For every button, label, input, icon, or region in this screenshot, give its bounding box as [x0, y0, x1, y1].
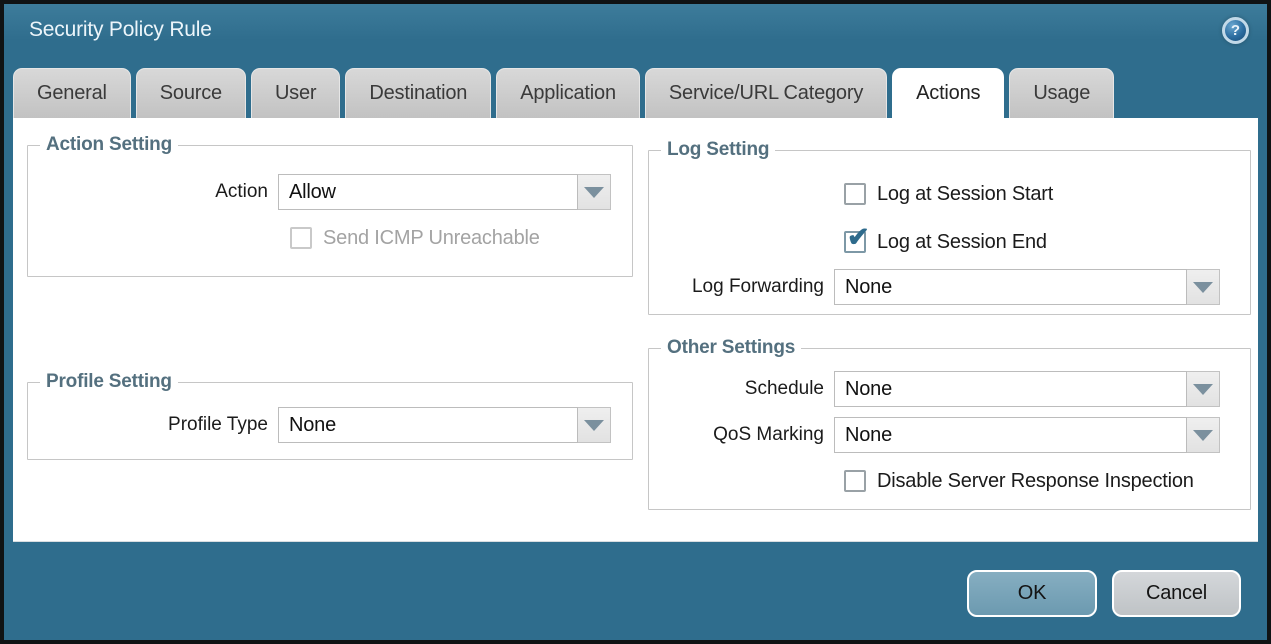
log-forwarding-row: Log Forwarding None	[649, 269, 1250, 305]
action-dropdown-button[interactable]	[578, 174, 611, 210]
tab-bar: GeneralSourceUserDestinationApplicationS…	[13, 68, 1267, 118]
log-session-end-label: Log at Session End	[877, 231, 1047, 254]
log-setting-legend: Log Setting	[661, 139, 775, 161]
chevron-down-icon	[584, 420, 604, 431]
tab-service-url-category[interactable]: Service/URL Category	[645, 68, 887, 118]
log-session-end-checkbox-row: Log at Session End	[844, 230, 1047, 254]
chevron-down-icon	[1193, 282, 1213, 293]
send-icmp-unreachable-checkbox-row: Send ICMP Unreachable	[290, 226, 540, 250]
log-forwarding-dropdown-button[interactable]	[1187, 269, 1220, 305]
qos-marking-dropdown[interactable]: None	[834, 417, 1220, 453]
dialog-titlebar: Security Policy Rule ?	[4, 4, 1267, 56]
disable-server-response-inspection-label: Disable Server Response Inspection	[877, 470, 1194, 493]
chevron-down-icon	[1193, 384, 1213, 395]
log-forwarding-label: Log Forwarding	[649, 276, 834, 298]
tab-general[interactable]: General	[13, 68, 131, 118]
action-label: Action	[28, 181, 278, 203]
log-setting-group: Log Setting Log at Session Start Log at …	[648, 150, 1251, 315]
tab-application[interactable]: Application	[496, 68, 640, 118]
log-session-start-label: Log at Session Start	[877, 183, 1053, 206]
action-dropdown-value[interactable]: Allow	[278, 174, 578, 210]
qos-marking-dropdown-button[interactable]	[1187, 417, 1220, 453]
schedule-label: Schedule	[649, 378, 834, 400]
schedule-dropdown-button[interactable]	[1187, 371, 1220, 407]
chevron-down-icon	[584, 187, 604, 198]
cancel-button[interactable]: Cancel	[1112, 570, 1241, 617]
disable-server-response-inspection-checkbox-row: Disable Server Response Inspection	[844, 469, 1194, 493]
profile-type-row: Profile Type None	[28, 407, 632, 443]
schedule-dropdown[interactable]: None	[834, 371, 1220, 407]
profile-type-dropdown-button[interactable]	[578, 407, 611, 443]
profile-type-label: Profile Type	[28, 414, 278, 436]
send-icmp-unreachable-checkbox	[290, 227, 312, 249]
action-setting-group: Action Setting Action Allow Send ICMP Un…	[27, 145, 633, 277]
log-session-end-checkbox[interactable]	[844, 231, 866, 253]
qos-marking-label: QoS Marking	[649, 424, 834, 446]
qos-marking-row: QoS Marking None	[649, 417, 1250, 453]
help-icon[interactable]: ?	[1222, 17, 1249, 44]
dialog-title: Security Policy Rule	[29, 18, 212, 42]
chevron-down-icon	[1193, 430, 1213, 441]
dialog-footer: OK Cancel	[967, 570, 1241, 617]
log-forwarding-dropdown[interactable]: None	[834, 269, 1220, 305]
log-session-start-checkbox[interactable]	[844, 183, 866, 205]
qos-marking-dropdown-value[interactable]: None	[834, 417, 1187, 453]
help-glyph: ?	[1231, 22, 1240, 39]
tab-destination[interactable]: Destination	[345, 68, 491, 118]
schedule-row: Schedule None	[649, 371, 1250, 407]
tab-usage[interactable]: Usage	[1009, 68, 1114, 118]
log-session-start-checkbox-row: Log at Session Start	[844, 182, 1053, 206]
disable-server-response-inspection-checkbox[interactable]	[844, 470, 866, 492]
profile-type-dropdown-value[interactable]: None	[278, 407, 578, 443]
action-dropdown[interactable]: Allow	[278, 174, 611, 210]
profile-setting-legend: Profile Setting	[40, 371, 178, 393]
ok-button[interactable]: OK	[967, 570, 1097, 617]
actions-tab-panel: Action Setting Action Allow Send ICMP Un…	[13, 118, 1258, 542]
send-icmp-unreachable-label: Send ICMP Unreachable	[323, 227, 540, 250]
action-setting-legend: Action Setting	[40, 134, 178, 156]
other-settings-group: Other Settings Schedule None QoS Marking…	[648, 348, 1251, 510]
tab-source[interactable]: Source	[136, 68, 246, 118]
log-forwarding-dropdown-value[interactable]: None	[834, 269, 1187, 305]
profile-type-dropdown[interactable]: None	[278, 407, 611, 443]
profile-setting-group: Profile Setting Profile Type None	[27, 382, 633, 460]
schedule-dropdown-value[interactable]: None	[834, 371, 1187, 407]
other-settings-legend: Other Settings	[661, 337, 801, 359]
security-policy-rule-dialog: Security Policy Rule ? GeneralSourceUser…	[0, 0, 1271, 644]
tab-actions[interactable]: Actions	[892, 68, 1004, 118]
action-row: Action Allow	[28, 174, 632, 210]
tab-user[interactable]: User	[251, 68, 340, 118]
